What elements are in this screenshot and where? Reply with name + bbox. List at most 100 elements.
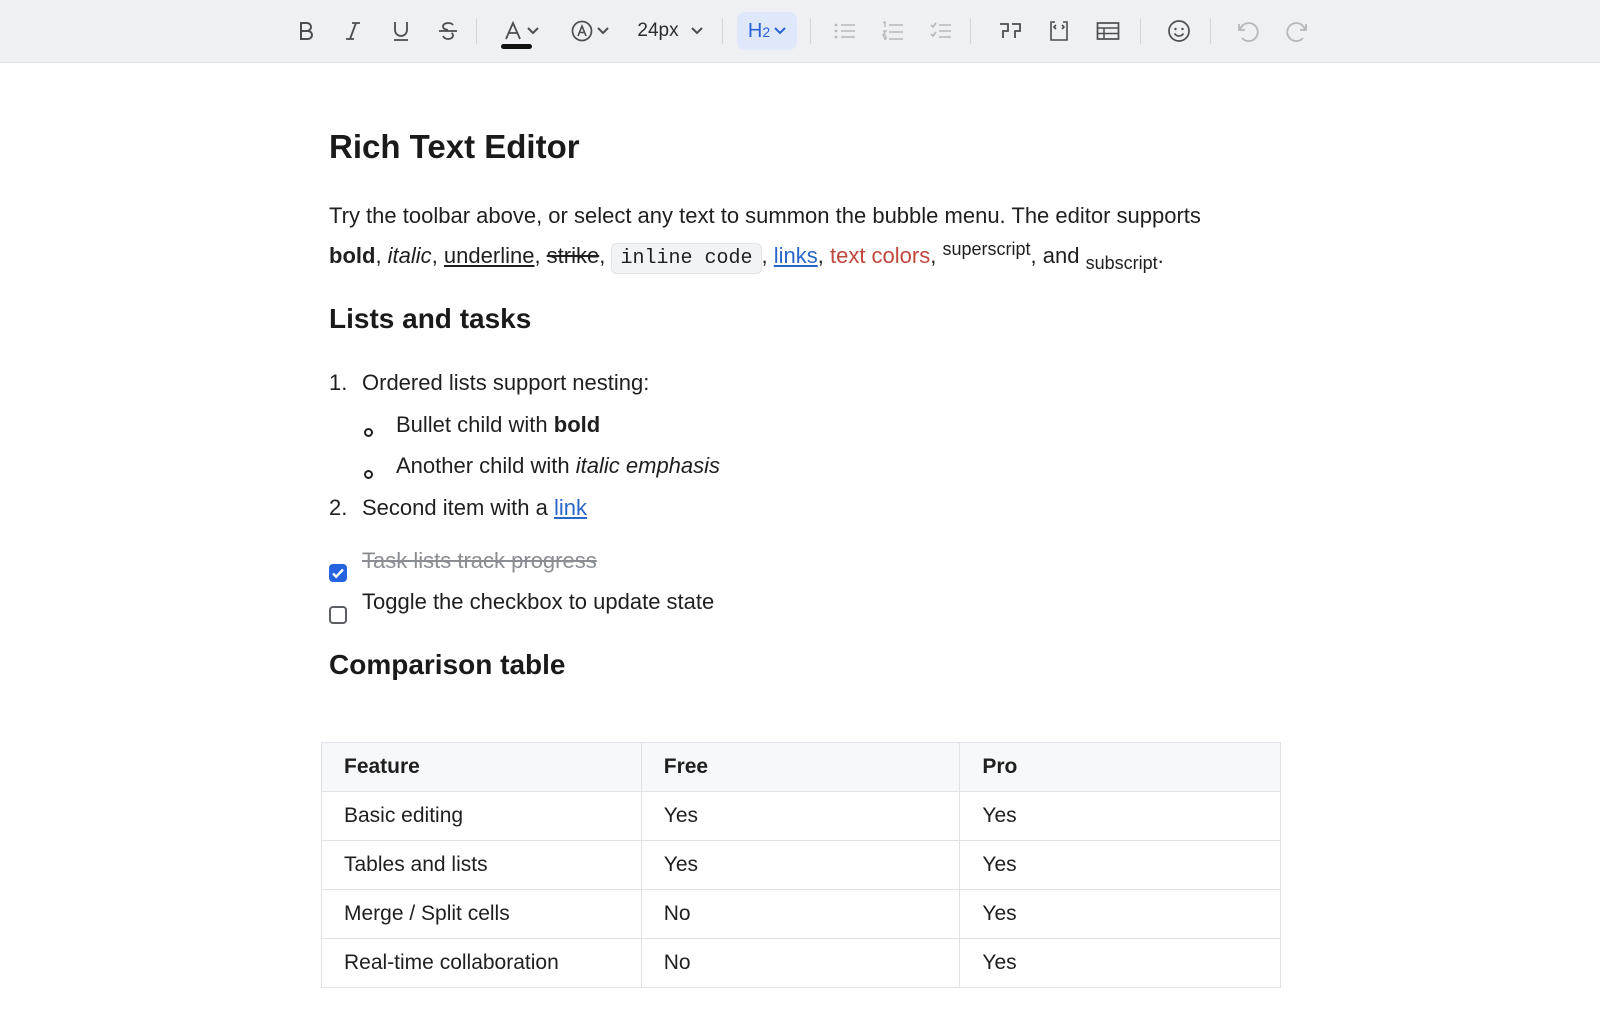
inline-code-sample: inline code (611, 243, 762, 274)
list-item: Bullet child with bold (396, 412, 600, 438)
emoji-icon (1168, 20, 1190, 42)
underline-sample: underline (443, 243, 535, 268)
links-sample[interactable]: links (774, 243, 818, 268)
toolbar-divider (1210, 18, 1211, 44)
bullet-list-button[interactable] (830, 12, 860, 50)
table-cell[interactable]: Yes (959, 938, 1281, 988)
table-row: Basic editing Yes Yes (321, 791, 1281, 841)
blockquote-button[interactable] (996, 12, 1026, 50)
bullet-marker (364, 428, 373, 437)
bold-sample: bold (329, 243, 376, 268)
table-header-cell[interactable]: Feature (321, 742, 642, 792)
strikethrough-button[interactable] (433, 12, 463, 50)
table-cell[interactable]: Yes (640, 791, 961, 841)
table-button[interactable] (1093, 12, 1123, 50)
underline-icon (394, 22, 408, 41)
table-header-cell[interactable]: Pro (959, 742, 1281, 792)
text-color-swatch (501, 44, 532, 49)
editor-toolbar: 24px H2 (0, 0, 1600, 63)
toolbar-divider (810, 18, 811, 44)
redo-button[interactable] (1282, 12, 1312, 50)
table-cell[interactable]: Yes (959, 791, 1281, 841)
task-item-text: Toggle the checkbox to update state (362, 589, 715, 614)
list-item-text: Second item with a (362, 495, 554, 520)
table-cell[interactable]: Yes (640, 840, 961, 890)
bold-button[interactable] (291, 12, 321, 50)
chevron-down-icon (527, 27, 539, 35)
list-item-bold: bold (553, 412, 601, 437)
table-cell[interactable]: No (640, 889, 961, 939)
list-item: Another child with italic emphasis (396, 453, 720, 479)
table-cell[interactable]: No (640, 938, 961, 988)
code-block-icon (1050, 21, 1068, 41)
subscript-sample: subscript (1085, 253, 1158, 273)
bold-icon (300, 22, 313, 40)
task-checkbox-unchecked[interactable] (329, 606, 347, 624)
text-colors-sample: text colors (829, 243, 931, 268)
list-marker: 1. (329, 370, 348, 395)
heading-icon-letter: H (747, 19, 763, 42)
heading-level-button[interactable]: H2 (737, 12, 797, 50)
toolbar-divider (476, 18, 477, 44)
table-cell[interactable]: Yes (959, 840, 1281, 890)
toolbar-divider (970, 18, 971, 44)
text-color-icon (505, 21, 521, 40)
bullet-list-icon (834, 23, 855, 39)
task-item-text: Task lists track progress (362, 548, 597, 573)
blockquote-icon (1000, 23, 1021, 38)
code-block-button[interactable] (1044, 12, 1074, 50)
italic-sample: italic (387, 243, 432, 268)
task-list-icon (930, 22, 951, 38)
table-cell[interactable]: Yes (959, 889, 1281, 939)
chevron-down-icon (690, 27, 703, 35)
intro-line-1: Try the toolbar above, or select any tex… (329, 203, 1201, 228)
list-item-italic: italic emphasis (575, 453, 721, 478)
list-item: Second item with a link (362, 495, 587, 521)
doc-title: Rich Text Editor (329, 128, 580, 165)
strikethrough-icon (439, 22, 457, 40)
font-size-select[interactable]: 24px (630, 12, 710, 50)
table-cell[interactable]: Merge / Split cells (321, 889, 642, 939)
bullet-marker (364, 470, 373, 479)
table-cell[interactable]: Real-time collaboration (321, 938, 642, 988)
undo-icon (1238, 22, 1259, 42)
table-row: Tables and lists Yes Yes (321, 840, 1281, 890)
list-item-link[interactable]: link (554, 495, 587, 520)
table-icon (1096, 22, 1120, 40)
chevron-down-icon (597, 27, 609, 35)
heading-icon-level: 2 (762, 23, 771, 40)
heading-icon: H2 (748, 20, 770, 43)
italic-button[interactable] (338, 12, 368, 50)
lists-heading: Lists and tasks (329, 303, 532, 334)
task-checkbox-checked[interactable] (329, 564, 347, 582)
ordered-list-icon (882, 21, 903, 40)
highlight-button[interactable] (566, 12, 614, 50)
undo-button[interactable] (1233, 12, 1263, 50)
task-list-button[interactable] (926, 12, 956, 50)
comparison-table: Feature Free Pro Basic editing Yes Yes T… (321, 742, 1281, 988)
list-marker: 2. (329, 495, 348, 520)
toolbar-divider (1140, 18, 1141, 44)
superscript-sample: superscript (942, 239, 1031, 259)
table-cell[interactable]: Basic editing (321, 791, 642, 841)
table-heading: Comparison table (329, 649, 566, 680)
list-item-text: Another child with (396, 453, 576, 478)
strike-sample: strike (546, 243, 600, 268)
highlight-icon (571, 20, 593, 42)
and-text: and (1042, 243, 1080, 268)
table-header-cell[interactable]: Free (640, 742, 961, 792)
table-row: Real-time collaboration No Yes (321, 938, 1281, 988)
redo-icon (1286, 22, 1307, 42)
table-cell[interactable]: Tables and lists (321, 840, 642, 890)
chevron-down-icon (774, 27, 786, 35)
emoji-button[interactable] (1164, 12, 1194, 50)
font-size-value: 24px (637, 20, 679, 41)
intro-line-2: bold, italic, underline, strike, inline … (329, 239, 1164, 274)
list-item: Ordered lists support nesting: (362, 370, 650, 395)
checkmark-icon (332, 568, 344, 579)
italic-icon (346, 22, 360, 40)
underline-button[interactable] (386, 12, 416, 50)
table-row: Merge / Split cells No Yes (321, 889, 1281, 939)
toolbar-divider (722, 18, 723, 44)
ordered-list-button[interactable] (878, 12, 908, 50)
